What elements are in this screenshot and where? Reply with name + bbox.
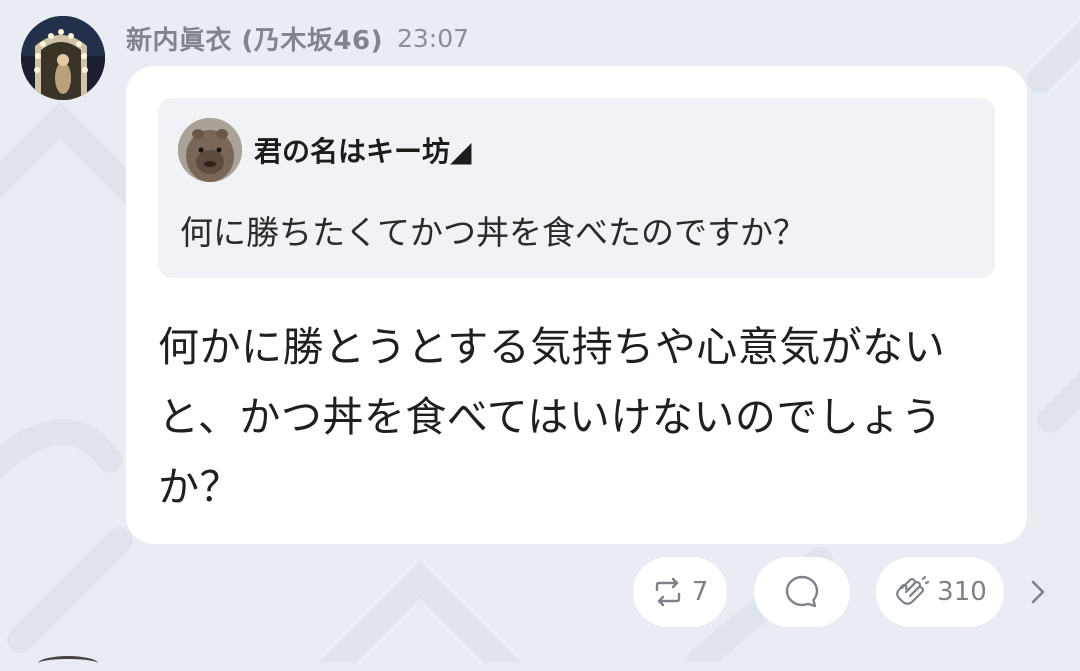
clap-button[interactable]: 310 [876, 557, 1004, 627]
message-text: 何かに勝とうとする気持ちや心意気がないと、かつ丼を食べてはいけないのでしょうか？ [158, 323, 946, 511]
reply-bubble-icon [784, 574, 820, 610]
quoted-author-name: 君の名はキー坊◢ [254, 135, 472, 168]
next-message-avatar-edge [38, 656, 98, 671]
quoted-author-avatar [178, 118, 242, 182]
clap-hands-icon [893, 574, 930, 610]
repost-button[interactable]: 7 [633, 557, 727, 627]
repost-count: 7 [691, 577, 709, 607]
repost-icon [652, 576, 684, 608]
sender-avatar[interactable] [21, 16, 105, 100]
chevron-right-icon[interactable] [1026, 574, 1052, 610]
sender-name[interactable]: 新内眞衣 (乃木坂46) [126, 20, 383, 57]
quoted-message[interactable]: 君の名はキー坊◢ 何に勝ちたくてかつ丼を食べたのですか？ [158, 98, 995, 278]
sender-header: 新内眞衣 (乃木坂46) 23:07 [126, 20, 469, 56]
quoted-text: 何に勝ちたくてかつ丼を食べたのですか？ [180, 213, 807, 252]
clap-count: 310 [937, 577, 987, 607]
message-timestamp: 23:07 [397, 23, 470, 53]
message-bubble[interactable]: 君の名はキー坊◢ 何に勝ちたくてかつ丼を食べたのですか？ 何かに勝とうとする気持… [126, 66, 1027, 544]
reply-button[interactable] [754, 557, 850, 627]
